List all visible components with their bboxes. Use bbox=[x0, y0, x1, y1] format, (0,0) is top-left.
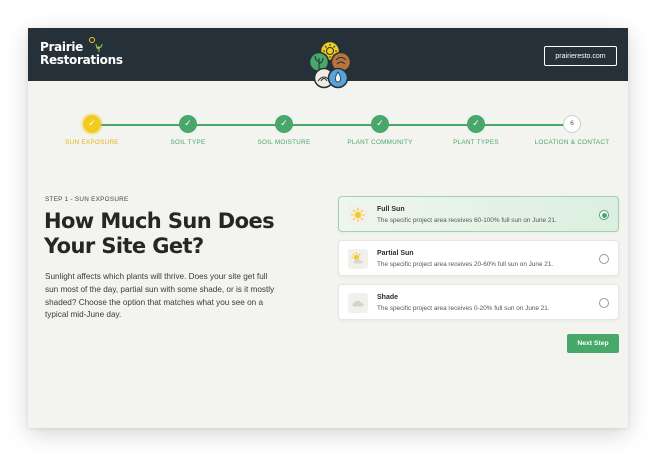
step-number: 6 bbox=[563, 115, 581, 133]
partial-sun-icon bbox=[348, 249, 368, 269]
step-check-icon: ✓ bbox=[371, 115, 389, 133]
step-label: PLANT TYPES bbox=[453, 139, 499, 146]
step-check-icon: ✓ bbox=[179, 115, 197, 133]
brand-name-line2: Restorations bbox=[40, 53, 123, 67]
page-title: How Much Sun Does Your Site Get? bbox=[44, 209, 275, 258]
step-label: SOIL MOISTURE bbox=[257, 139, 311, 146]
option-title: Full Sun bbox=[377, 206, 405, 213]
brand-logo[interactable]: Prairie Restorations bbox=[40, 37, 123, 67]
step-check-icon: ✓ bbox=[83, 115, 101, 133]
option-partial-sun[interactable]: Partial Sun The specific project area re… bbox=[338, 240, 619, 276]
next-step-button[interactable]: Next Step bbox=[567, 334, 619, 353]
step-label: PLANT COMMUNITY bbox=[347, 139, 413, 146]
option-description: The specific project area receives 60-10… bbox=[377, 217, 557, 224]
step-sun-exposure[interactable]: ✓ SUN EXPOSURE bbox=[37, 114, 147, 146]
step-soil-type[interactable]: ✓ SOIL TYPE bbox=[133, 114, 243, 146]
progress-stepper: ✓ SUN EXPOSURE ✓ SOIL TYPE ✓ SOIL MOISTU… bbox=[28, 114, 628, 154]
option-title: Shade bbox=[377, 294, 399, 301]
app-window: Prairie Restorations prairieresto.com ✓ bbox=[28, 28, 628, 428]
step-check-icon: ✓ bbox=[275, 115, 293, 133]
sun-icon bbox=[348, 205, 368, 225]
step-label: SOIL TYPE bbox=[170, 139, 206, 146]
step-plant-types[interactable]: ✓ PLANT TYPES bbox=[421, 114, 531, 146]
sprout-icon bbox=[95, 43, 103, 52]
website-link-button[interactable]: prairieresto.com bbox=[544, 46, 617, 66]
step-soil-moisture[interactable]: ✓ SOIL MOISTURE bbox=[229, 114, 339, 146]
step-check-icon: ✓ bbox=[467, 115, 485, 133]
step-location-contact[interactable]: 6 LOCATION & CONTACT bbox=[517, 114, 627, 146]
step-label: SUN EXPOSURE bbox=[65, 139, 119, 146]
radio-button[interactable] bbox=[599, 298, 609, 308]
cloud-icon bbox=[348, 293, 368, 313]
radio-button[interactable] bbox=[599, 210, 609, 220]
option-shade[interactable]: Shade The specific project area receives… bbox=[338, 284, 619, 320]
page-description: Sunlight affects which plants will thriv… bbox=[45, 272, 275, 320]
option-description: The specific project area receives 20-60… bbox=[377, 261, 554, 268]
site-header: Prairie Restorations prairieresto.com bbox=[28, 28, 628, 89]
option-full-sun[interactable]: Full Sun The specific project area recei… bbox=[338, 196, 619, 232]
option-description: The specific project area receives 0-20%… bbox=[377, 305, 550, 312]
emblem-icon bbox=[308, 41, 352, 89]
step-plant-community[interactable]: ✓ PLANT COMMUNITY bbox=[325, 114, 435, 146]
step-kicker: STEP 1 - SUN EXPOSURE bbox=[45, 196, 129, 203]
option-title: Partial Sun bbox=[377, 250, 414, 257]
radio-button[interactable] bbox=[599, 254, 609, 264]
step-label: LOCATION & CONTACT bbox=[534, 139, 610, 146]
